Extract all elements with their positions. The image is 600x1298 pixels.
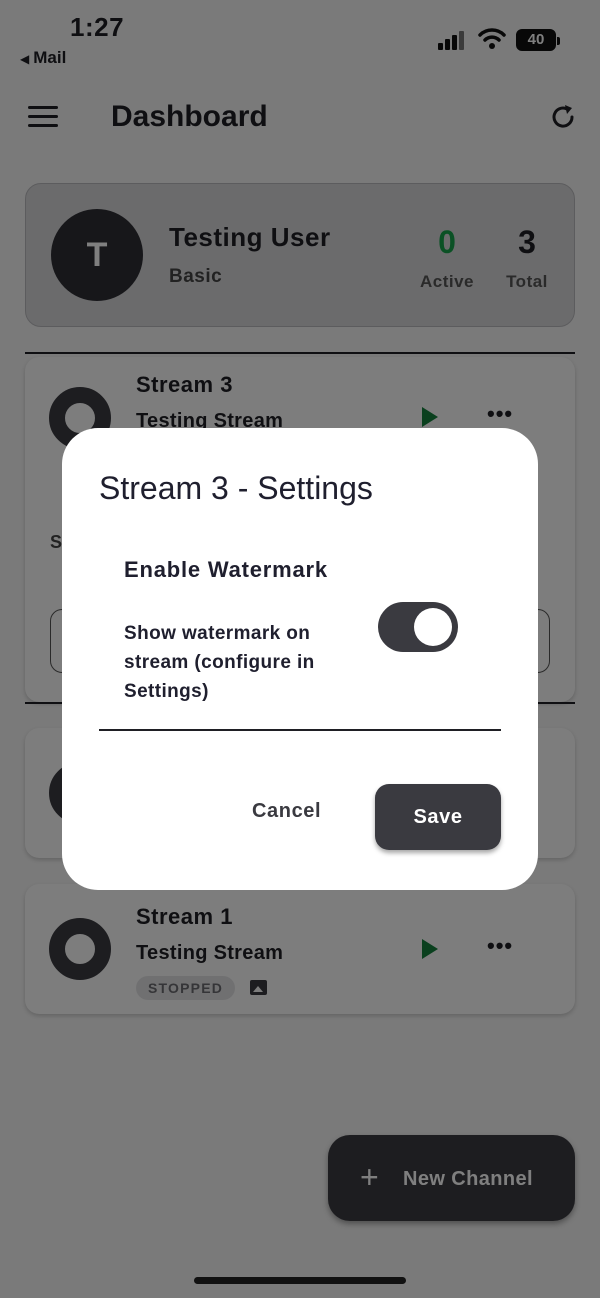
- dashboard-screen: 1:27 ◀Mail 40 Dashboard T Testing User B…: [0, 0, 600, 1298]
- home-indicator: [194, 1277, 406, 1284]
- toggle-knob: [414, 608, 452, 646]
- save-button[interactable]: Save: [375, 784, 501, 850]
- stream-settings-dialog: Stream 3 - Settings Enable Watermark Sho…: [62, 428, 538, 890]
- dialog-title: Stream 3 - Settings: [99, 470, 373, 506]
- cancel-button[interactable]: Cancel: [252, 800, 321, 823]
- watermark-toggle[interactable]: [378, 602, 458, 652]
- dialog-divider: [99, 729, 501, 731]
- watermark-setting-description: Show watermark on stream (configure in S…: [124, 623, 315, 702]
- watermark-setting-title: Enable Watermark: [124, 557, 328, 582]
